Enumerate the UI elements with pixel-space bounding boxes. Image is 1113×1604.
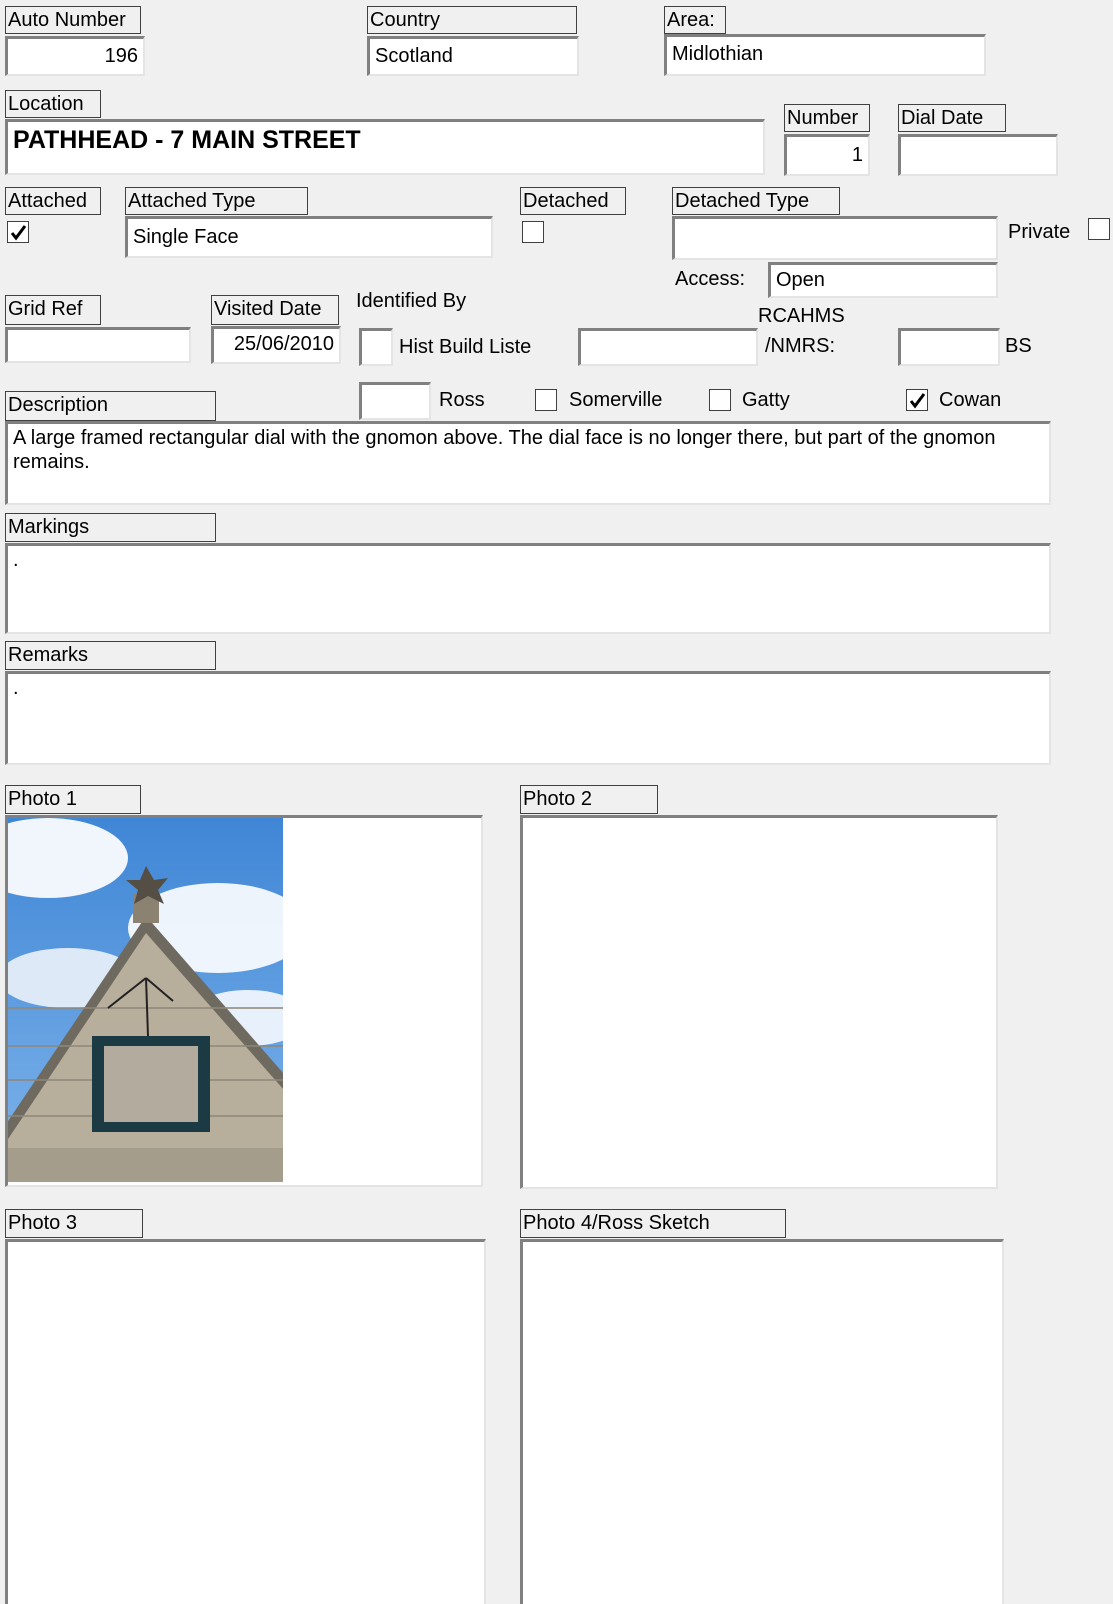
photo3-label: Photo 3 xyxy=(5,1209,143,1238)
photo1-frame[interactable] xyxy=(5,815,483,1187)
access-field[interactable]: Open xyxy=(768,262,998,298)
remarks-field[interactable]: . xyxy=(5,671,1051,765)
location-label: Location xyxy=(5,90,101,118)
hist-build-label: Hist Build Liste xyxy=(399,336,532,358)
bs-field[interactable] xyxy=(898,328,1000,366)
visited-date-field[interactable]: 25/06/2010 xyxy=(211,326,341,364)
ross-field[interactable] xyxy=(359,382,431,420)
somerville-checkbox[interactable] xyxy=(535,389,557,411)
grid-ref-label: Grid Ref xyxy=(5,295,101,325)
hist-build-field[interactable] xyxy=(359,328,393,366)
checkmark-icon xyxy=(10,225,27,241)
number-label: Number xyxy=(784,104,870,132)
country-field[interactable]: Scotland xyxy=(367,36,579,76)
photo1-image xyxy=(8,818,283,1182)
attached-label: Attached xyxy=(5,187,101,215)
identified-by-label: Identified By xyxy=(356,290,467,312)
description-field[interactable]: A large framed rectangular dial with the… xyxy=(5,421,1051,505)
access-label: Access: xyxy=(675,268,746,290)
gatty-label: Gatty xyxy=(742,389,790,411)
detached-checkbox[interactable] xyxy=(522,221,544,243)
attached-checkbox[interactable] xyxy=(7,221,29,243)
bs-label: BS xyxy=(1005,335,1032,357)
photo1-label: Photo 1 xyxy=(5,785,141,814)
private-label: Private xyxy=(1008,221,1071,243)
auto-number-label: Auto Number xyxy=(5,6,141,34)
detached-label: Detached xyxy=(520,187,626,215)
location-field[interactable]: PATHHEAD - 7 MAIN STREET xyxy=(5,119,765,175)
somerville-label: Somerville xyxy=(569,389,663,411)
visited-date-label: Visited Date xyxy=(211,295,339,325)
photo2-label: Photo 2 xyxy=(520,785,658,814)
photo4-frame[interactable] xyxy=(520,1239,1004,1604)
description-label: Description xyxy=(5,391,216,421)
rcahms-label-line1: RCAHMS xyxy=(758,305,845,327)
cowan-label: Cowan xyxy=(939,389,1002,411)
remarks-label: Remarks xyxy=(5,641,216,670)
country-label: Country xyxy=(367,6,577,34)
number-field[interactable]: 1 xyxy=(784,134,870,176)
ross-label: Ross xyxy=(439,389,485,411)
private-checkbox[interactable] xyxy=(1088,218,1110,240)
cowan-checkbox[interactable] xyxy=(906,389,928,411)
area-field[interactable]: Midlothian xyxy=(664,34,986,76)
grid-ref-field[interactable] xyxy=(5,327,191,363)
area-label: Area: xyxy=(664,6,726,34)
dial-date-field[interactable] xyxy=(898,134,1058,176)
attached-type-label: Attached Type xyxy=(125,187,308,215)
markings-label: Markings xyxy=(5,513,216,542)
photo4-label: Photo 4/Ross Sketch xyxy=(520,1209,786,1238)
markings-field[interactable]: . xyxy=(5,543,1051,634)
checkmark-icon xyxy=(909,393,926,409)
photo3-frame[interactable] xyxy=(5,1239,486,1604)
dial-date-label: Dial Date xyxy=(898,104,1006,132)
attached-type-field[interactable]: Single Face xyxy=(125,216,493,258)
detached-type-field[interactable] xyxy=(672,216,998,260)
rcahms-field[interactable] xyxy=(578,328,758,366)
photo2-frame[interactable] xyxy=(520,815,998,1189)
auto-number-field[interactable]: 196 xyxy=(5,36,145,76)
detached-type-label: Detached Type xyxy=(672,187,840,215)
gatty-checkbox[interactable] xyxy=(709,389,731,411)
rcahms-label-line2: /NMRS: xyxy=(765,335,835,357)
